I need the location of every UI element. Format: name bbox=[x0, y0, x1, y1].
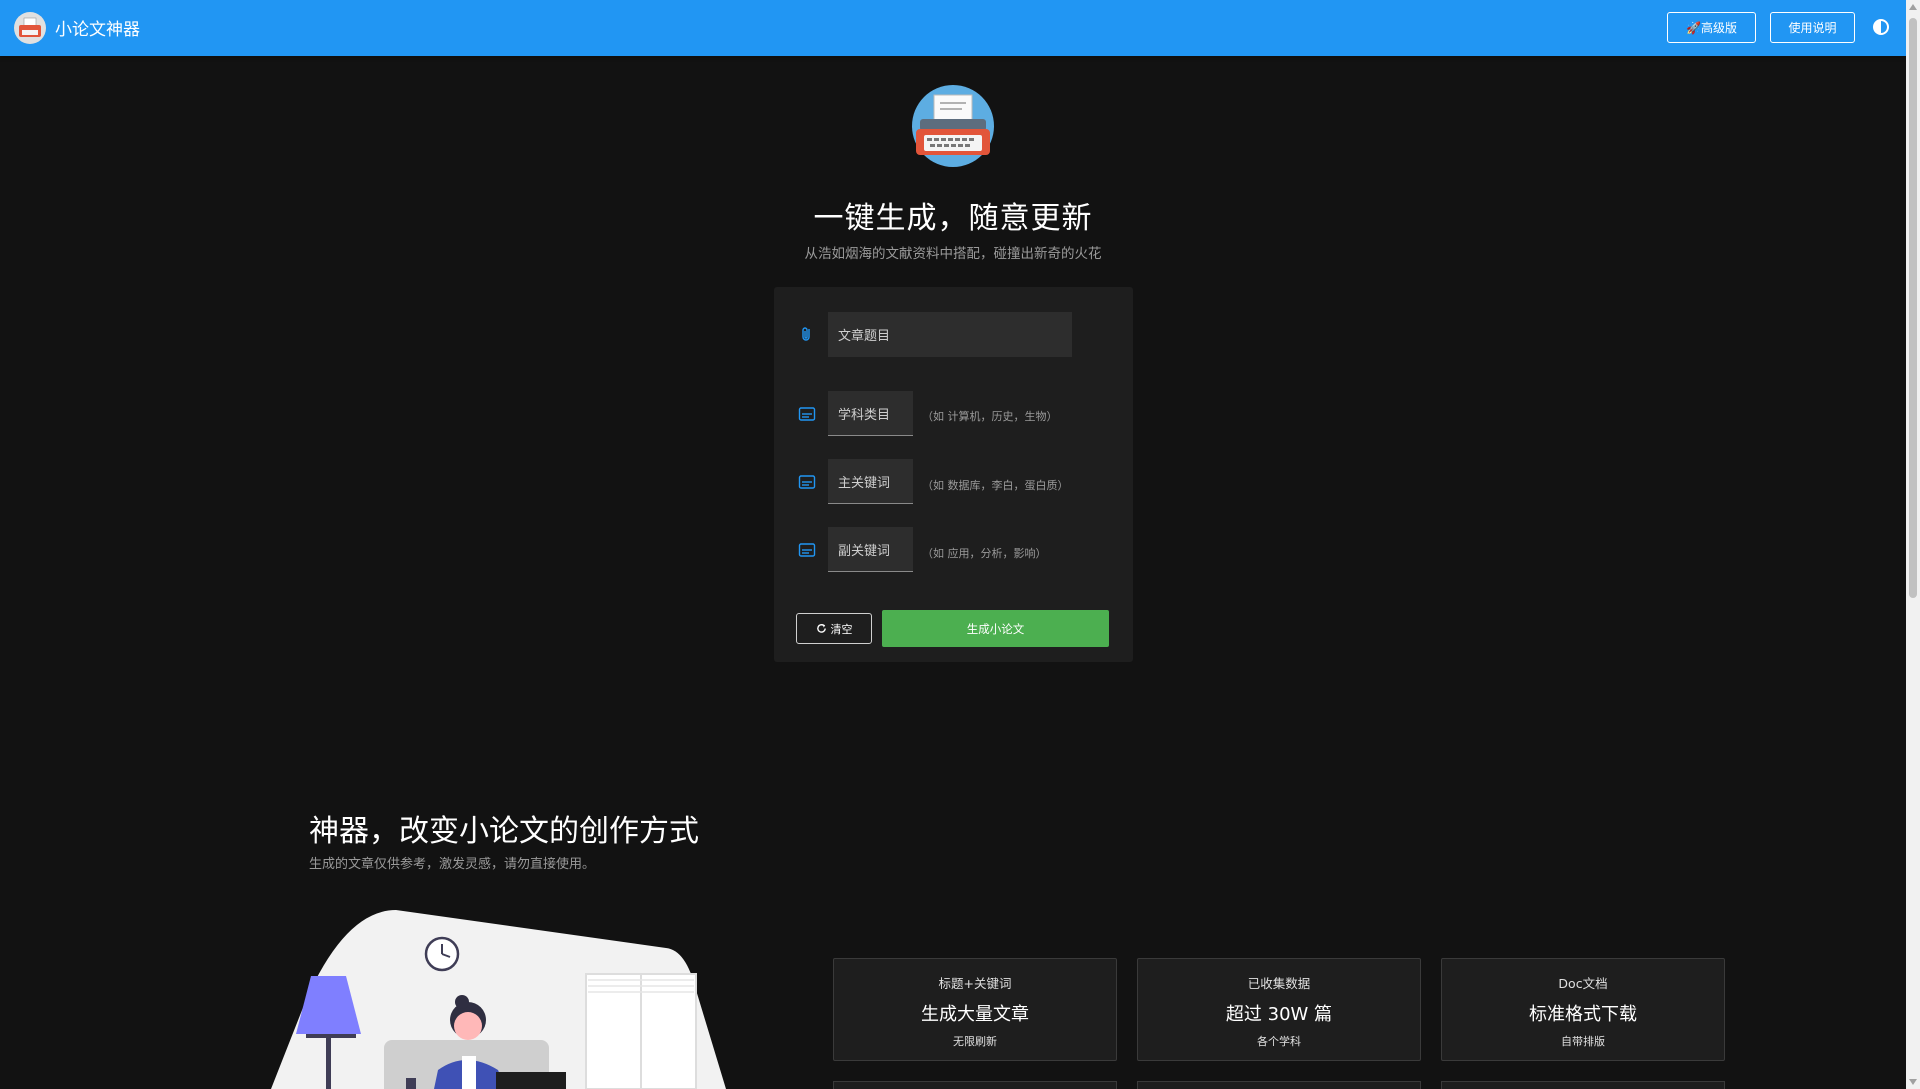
main-keyword-hint: （如 数据库，李白，蛋白质） bbox=[922, 479, 1069, 492]
main-keyword-input[interactable]: 主关键词 bbox=[828, 459, 913, 504]
pro-version-button[interactable]: 🚀高级版 bbox=[1667, 12, 1756, 43]
stat-card-headline: 超过 30W 篇 bbox=[1225, 1004, 1333, 1025]
clear-button-label: 清空 bbox=[830, 622, 853, 636]
stat-card-note: 自带排版 bbox=[1561, 1035, 1605, 1048]
subtitles-icon bbox=[798, 543, 816, 557]
sub-keyword-hint: （如 应用，分析，影响） bbox=[922, 547, 1047, 560]
stat-card-data: 已收集数据 超过 30W 篇 各个学科 bbox=[1137, 958, 1421, 1061]
page-scrollbar[interactable] bbox=[1906, 0, 1920, 1089]
subtitles-icon bbox=[798, 407, 816, 421]
stat-card-partial bbox=[1137, 1081, 1421, 1089]
scroll-up-icon[interactable] bbox=[1909, 4, 1917, 10]
top-app-bar: 小论文神器 🚀高级版 使用说明 bbox=[0, 0, 1906, 56]
subject-input[interactable]: 学科类目 bbox=[828, 391, 913, 436]
stat-card-note: 各个学科 bbox=[1257, 1035, 1301, 1048]
typewriter-hero-icon bbox=[912, 85, 994, 167]
subject-hint: （如 计算机，历史，生物） bbox=[922, 410, 1058, 423]
scroll-thumb[interactable] bbox=[1909, 18, 1917, 598]
stat-card-doc: Doc文档 标准格式下载 自带排版 bbox=[1441, 958, 1725, 1061]
stat-card-note: 无限刷新 bbox=[953, 1035, 997, 1048]
generate-button[interactable]: 生成小论文 bbox=[882, 610, 1109, 647]
sub-keyword-input[interactable]: 副关键词 bbox=[828, 527, 913, 572]
title-input[interactable]: 文章题目 bbox=[828, 312, 1072, 357]
typewriter-logo-icon[interactable] bbox=[14, 12, 46, 44]
generator-form-card: 文章题目 学科类目 （如 计算机，历史，生物） 主关键词 （如 数据库，李白，蛋… bbox=[774, 287, 1133, 662]
app-title[interactable]: 小论文神器 bbox=[55, 15, 140, 40]
stat-card-partial bbox=[1441, 1081, 1725, 1089]
refresh-icon bbox=[816, 623, 826, 633]
scroll-down-icon[interactable] bbox=[1909, 1079, 1917, 1085]
hero-subtitle: 从浩如烟海的文献资料中搭配，碰撞出新奇的火花 bbox=[804, 246, 1102, 262]
paperclip-icon bbox=[802, 327, 810, 341]
woman-at-desk-illustration bbox=[271, 910, 726, 1089]
features-subtitle: 生成的文章仅供参考，激发灵感，请勿直接使用。 bbox=[309, 857, 596, 872]
stat-card-headline: 标准格式下载 bbox=[1529, 1004, 1637, 1025]
subtitles-icon bbox=[798, 475, 816, 489]
stat-card-caption: Doc文档 bbox=[1558, 976, 1608, 991]
clear-button[interactable]: 清空 bbox=[796, 613, 872, 644]
hero-title: 一键生成，随意更新 bbox=[813, 201, 1093, 236]
help-button[interactable]: 使用说明 bbox=[1770, 12, 1855, 43]
stat-card-headline: 生成大量文章 bbox=[921, 1004, 1029, 1025]
stat-card-caption: 标题+关键词 bbox=[938, 976, 1012, 991]
stat-card-caption: 已收集数据 bbox=[1247, 976, 1311, 991]
stat-card-partial bbox=[833, 1081, 1117, 1089]
stat-card-generate: 标题+关键词 生成大量文章 无限刷新 bbox=[833, 958, 1117, 1061]
features-title: 神器，改变小论文的创作方式 bbox=[309, 814, 699, 849]
theme-toggle-icon[interactable] bbox=[1871, 17, 1891, 37]
